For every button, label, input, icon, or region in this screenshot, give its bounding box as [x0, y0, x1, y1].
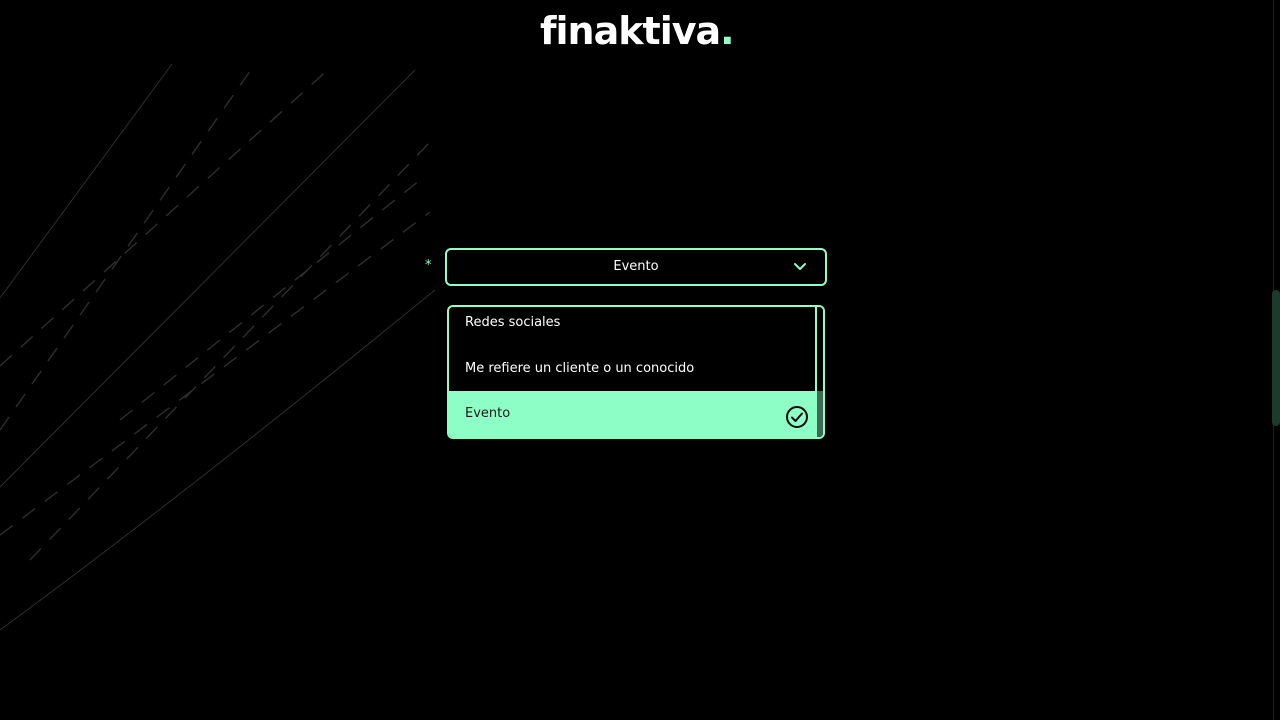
check-circle-icon	[786, 406, 808, 428]
source-select-value: Evento	[613, 259, 659, 274]
chevron-down-icon	[794, 263, 806, 270]
required-asterisk: *	[425, 258, 432, 273]
option-evento[interactable]: Evento	[449, 391, 815, 437]
dropdown-scroll-thumb[interactable]	[817, 391, 823, 437]
source-dropdown-list: Redes sociales Me refiere un cliente o u…	[447, 305, 825, 439]
source-select[interactable]: Evento	[445, 248, 827, 286]
option-redes-sociales[interactable]: Redes sociales	[449, 307, 815, 353]
page: finaktiva. * Evento Redes sociales Me re…	[0, 0, 1280, 720]
page-scroll-thumb[interactable]	[1272, 290, 1280, 426]
brand-name: finaktiva	[540, 9, 721, 53]
page-scrollbar[interactable]	[1272, 0, 1280, 720]
brand-dot: .	[720, 9, 734, 53]
option-label: Evento	[465, 406, 511, 421]
dropdown-scrollbar[interactable]	[815, 307, 823, 437]
brand-logo: finaktiva.	[540, 6, 740, 56]
option-label: Me refiere un cliente o un conocido	[465, 361, 695, 376]
option-label: Redes sociales	[465, 315, 561, 330]
